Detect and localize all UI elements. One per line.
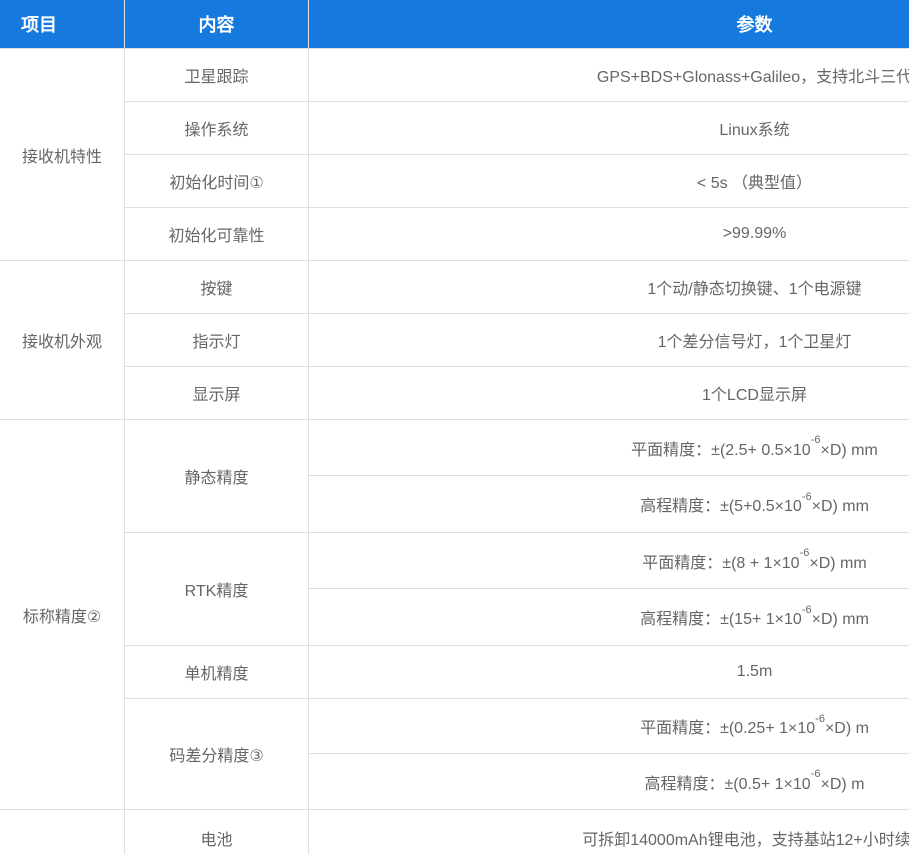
param-line: 平面精度：±(0.25+ 1×10-6×D) m bbox=[309, 699, 909, 754]
param-line: < 5s （典型值） bbox=[309, 155, 909, 207]
group-label: 标称精度② bbox=[0, 420, 125, 809]
table-row: 电池 可拆卸14000mAh锂电池，支持基站12+小时续航 bbox=[125, 810, 909, 854]
param-text: GPS+BDS+Glonass+Galileo，支持北斗三代 bbox=[597, 63, 909, 87]
param-line: 可拆卸14000mAh锂电池，支持基站12+小时续航 bbox=[309, 810, 909, 854]
content-cell: 静态精度 bbox=[125, 420, 309, 532]
param-cell: 平面精度：±(2.5+ 0.5×10-6×D) mm 高程精度：±(5+0.5×… bbox=[309, 420, 909, 532]
param-cell: >99.99% bbox=[309, 208, 909, 260]
table-header: 项目 内容 参数 bbox=[0, 0, 909, 49]
table-row: 指示灯 1个差分信号灯，1个卫星灯 bbox=[125, 314, 909, 367]
param-cell: Linux系统 bbox=[309, 102, 909, 154]
spec-table: 项目 内容 参数 接收机特性 卫星跟踪 GPS+BDS+Glonass+Gali… bbox=[0, 0, 909, 854]
group-label: 接收机外观 bbox=[0, 261, 125, 419]
group-label: 电气化参数 bbox=[0, 810, 125, 854]
param-cell: 平面精度：±(0.25+ 1×10-6×D) m 高程精度：±(0.5+ 1×1… bbox=[309, 699, 909, 809]
content-cell: 初始化可靠性 bbox=[125, 208, 309, 260]
page-viewport: 项目 内容 参数 接收机特性 卫星跟踪 GPS+BDS+Glonass+Gali… bbox=[0, 0, 909, 854]
content-cell: 初始化时间① bbox=[125, 155, 309, 207]
table-group-receiver-features: 接收机特性 卫星跟踪 GPS+BDS+Glonass+Galileo，支持北斗三… bbox=[0, 49, 909, 261]
param-text: >99.99% bbox=[723, 225, 787, 243]
table-row: 静态精度 平面精度：±(2.5+ 0.5×10-6×D) mm 高程精度：±(5… bbox=[125, 420, 909, 533]
table-row: 单机精度 1.5m bbox=[125, 646, 909, 699]
exponent: -6 bbox=[802, 604, 812, 616]
exponent: -6 bbox=[802, 491, 812, 503]
table-row: 操作系统 Linux系统 bbox=[125, 102, 909, 155]
param-line: 1.5m bbox=[309, 646, 909, 698]
param-cell: 可拆卸14000mAh锂电池，支持基站12+小时续航 bbox=[309, 810, 909, 854]
param-text: Linux系统 bbox=[719, 116, 789, 140]
group-label: 接收机特性 bbox=[0, 49, 125, 260]
content-cell: 卫星跟踪 bbox=[125, 49, 309, 101]
header-cell-content: 内容 bbox=[125, 0, 309, 48]
content-cell: 操作系统 bbox=[125, 102, 309, 154]
param-text: 高程精度：±(0.5+ 1×10-6×D) m bbox=[645, 770, 865, 794]
content-cell: 单机精度 bbox=[125, 646, 309, 698]
table-row: 按键 1个动/静态切换键、1个电源键 bbox=[125, 261, 909, 314]
table-row: 初始化时间① < 5s （典型值） bbox=[125, 155, 909, 208]
content-cell: 指示灯 bbox=[125, 314, 309, 366]
table-row: RTK精度 平面精度：±(8 + 1×10-6×D) mm 高程精度：±(15+… bbox=[125, 533, 909, 646]
param-text: 1个LCD显示屏 bbox=[702, 381, 807, 405]
content-cell: 电池 bbox=[125, 810, 309, 854]
param-text: 1个差分信号灯，1个卫星灯 bbox=[658, 328, 852, 352]
param-cell: 1个LCD显示屏 bbox=[309, 367, 909, 419]
param-line: 平面精度：±(8 + 1×10-6×D) mm bbox=[309, 533, 909, 589]
param-line: 平面精度：±(2.5+ 0.5×10-6×D) mm bbox=[309, 420, 909, 476]
group-rows: 静态精度 平面精度：±(2.5+ 0.5×10-6×D) mm 高程精度：±(5… bbox=[125, 420, 909, 809]
header-cell-item: 项目 bbox=[0, 0, 125, 48]
param-text: 1.5m bbox=[737, 663, 773, 681]
content-cell: 显示屏 bbox=[125, 367, 309, 419]
table-group-receiver-appearance: 接收机外观 按键 1个动/静态切换键、1个电源键 指示灯 1个差分信号灯，1个卫… bbox=[0, 261, 909, 420]
group-rows: 按键 1个动/静态切换键、1个电源键 指示灯 1个差分信号灯，1个卫星灯 显示屏… bbox=[125, 261, 909, 419]
table-row: 卫星跟踪 GPS+BDS+Glonass+Galileo，支持北斗三代 bbox=[125, 49, 909, 102]
param-text: 可拆卸14000mAh锂电池，支持基站12+小时续航 bbox=[582, 826, 909, 850]
group-rows: 电池 可拆卸14000mAh锂电池，支持基站12+小时续航 bbox=[125, 810, 909, 854]
param-text: 平面精度：±(0.25+ 1×10-6×D) m bbox=[640, 714, 869, 738]
param-cell: 1个动/静态切换键、1个电源键 bbox=[309, 261, 909, 313]
param-cell: 平面精度：±(8 + 1×10-6×D) mm 高程精度：±(15+ 1×10-… bbox=[309, 533, 909, 645]
exponent: -6 bbox=[811, 768, 821, 780]
param-line: 高程精度：±(0.5+ 1×10-6×D) m bbox=[309, 754, 909, 809]
param-cell: GPS+BDS+Glonass+Galileo，支持北斗三代 bbox=[309, 49, 909, 101]
exponent: -6 bbox=[815, 713, 825, 725]
table-row: 码差分精度③ 平面精度：±(0.25+ 1×10-6×D) m 高程精度：±(0… bbox=[125, 699, 909, 809]
table-row: 初始化可靠性 >99.99% bbox=[125, 208, 909, 260]
param-line: 高程精度：±(15+ 1×10-6×D) mm bbox=[309, 589, 909, 645]
param-text: 高程精度：±(5+0.5×10-6×D) mm bbox=[640, 492, 869, 516]
exponent: -6 bbox=[800, 547, 810, 559]
param-cell: 1.5m bbox=[309, 646, 909, 698]
param-text: 1个动/静态切换键、1个电源键 bbox=[647, 275, 861, 299]
content-cell: 按键 bbox=[125, 261, 309, 313]
param-line: GPS+BDS+Glonass+Galileo，支持北斗三代 bbox=[309, 49, 909, 101]
content-cell: 码差分精度③ bbox=[125, 699, 309, 809]
exponent: -6 bbox=[811, 434, 821, 446]
content-cell: RTK精度 bbox=[125, 533, 309, 645]
param-cell: < 5s （典型值） bbox=[309, 155, 909, 207]
param-text: < 5s （典型值） bbox=[697, 169, 812, 193]
param-text: 平面精度：±(8 + 1×10-6×D) mm bbox=[642, 549, 866, 573]
param-line: 1个差分信号灯，1个卫星灯 bbox=[309, 314, 909, 366]
table-row: 显示屏 1个LCD显示屏 bbox=[125, 367, 909, 419]
param-line: 高程精度：±(5+0.5×10-6×D) mm bbox=[309, 476, 909, 532]
param-text: 平面精度：±(2.5+ 0.5×10-6×D) mm bbox=[631, 436, 878, 460]
table-group-electrical-parameters: 电气化参数 电池 可拆卸14000mAh锂电池，支持基站12+小时续航 bbox=[0, 810, 909, 854]
group-rows: 卫星跟踪 GPS+BDS+Glonass+Galileo，支持北斗三代 操作系统… bbox=[125, 49, 909, 260]
param-line: Linux系统 bbox=[309, 102, 909, 154]
header-cell-params: 参数 bbox=[309, 0, 909, 48]
param-cell: 1个差分信号灯，1个卫星灯 bbox=[309, 314, 909, 366]
table-group-nominal-accuracy: 标称精度② 静态精度 平面精度：±(2.5+ 0.5×10-6×D) mm 高程… bbox=[0, 420, 909, 810]
param-line: 1个动/静态切换键、1个电源键 bbox=[309, 261, 909, 313]
param-line: 1个LCD显示屏 bbox=[309, 367, 909, 419]
param-text: 高程精度：±(15+ 1×10-6×D) mm bbox=[640, 605, 869, 629]
param-line: >99.99% bbox=[309, 208, 909, 260]
